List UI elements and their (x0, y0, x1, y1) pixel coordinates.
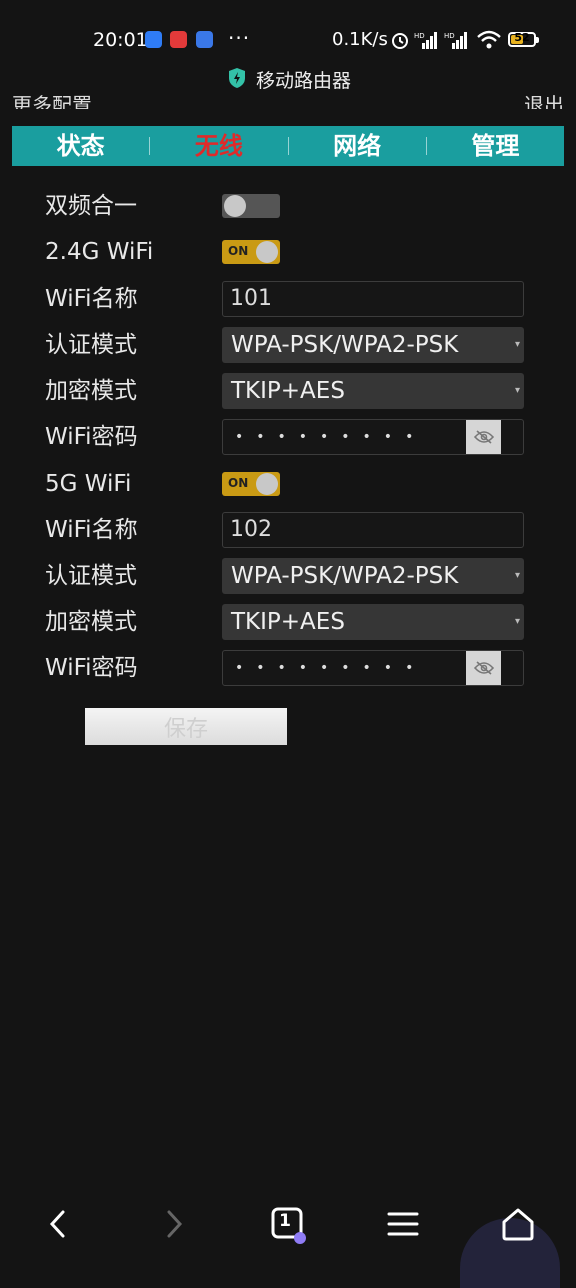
toggle-on-text: ON (228, 476, 249, 490)
eye-off-icon (473, 661, 494, 675)
wifi24-pwd-label: WiFi密码 (45, 424, 138, 450)
app-icon (196, 31, 213, 48)
wifi-icon (477, 30, 501, 49)
wifi24-toggle[interactable]: ON (222, 240, 280, 264)
wifi24-auth-row: 认证模式 WPA-PSK/WPA2-PSK ▾ (0, 325, 576, 365)
dual-band-toggle[interactable] (222, 194, 280, 218)
app-icon (170, 31, 187, 48)
app-icon (145, 31, 162, 48)
tab-status[interactable]: 状态 (12, 126, 149, 166)
wifi5-enc-label: 加密模式 (45, 609, 137, 635)
menu-button[interactable] (383, 1204, 423, 1244)
wifi24-pwd-row: WiFi密码 ••••••••• (0, 417, 576, 457)
wifi5-label: 5G WiFi (45, 471, 132, 497)
wifi5-row: 5G WiFi ON (0, 464, 576, 504)
wifi24-row: 2.4G WiFi ON (0, 232, 576, 272)
wifi24-auth-select[interactable]: WPA-PSK/WPA2-PSK ▾ (222, 327, 524, 363)
wifi24-auth-value: WPA-PSK/WPA2-PSK (231, 332, 459, 358)
back-icon (49, 1210, 65, 1238)
wifi24-label: 2.4G WiFi (45, 239, 154, 265)
wifi5-pwd-label: WiFi密码 (45, 655, 138, 681)
wifi24-password-input[interactable]: ••••••••• (222, 419, 524, 455)
battery-level: 52 (514, 31, 530, 44)
home-button[interactable] (498, 1204, 538, 1244)
forward-icon (167, 1210, 183, 1238)
menu-icon (387, 1212, 419, 1236)
toggle-on-text: ON (228, 244, 249, 258)
wifi24-ssid-row: WiFi名称 101 (0, 279, 576, 319)
show-password-eye-icon[interactable] (466, 651, 501, 685)
wifi5-ssid-input[interactable]: 102 (222, 512, 524, 548)
battery-icon: 52 (508, 31, 539, 47)
wifi24-auth-label: 认证模式 (45, 332, 137, 358)
svg-text:HD: HD (444, 32, 455, 40)
dual-band-row: 双频合一 (0, 186, 576, 226)
hd-signal-icon: HD (414, 32, 437, 49)
wifi5-auth-row: 认证模式 WPA-PSK/WPA2-PSK ▾ (0, 556, 576, 596)
more-notifications-icon: ··· (228, 26, 251, 50)
wifi5-toggle[interactable]: ON (222, 472, 280, 496)
wifi24-enc-select[interactable]: TKIP+AES ▾ (222, 373, 524, 409)
dropdown-icon: ▾ (514, 616, 520, 627)
forward-button[interactable] (154, 1204, 194, 1244)
alarm-icon (392, 33, 408, 49)
wifi5-auth-value: WPA-PSK/WPA2-PSK (231, 563, 459, 589)
back-button[interactable] (38, 1204, 78, 1244)
show-password-eye-icon[interactable] (466, 420, 501, 454)
wifi24-enc-value: TKIP+AES (231, 378, 345, 404)
password-mask: ••••••••• (235, 660, 427, 676)
logout-link[interactable]: 退出 (524, 87, 564, 109)
wifi5-ssid-row: WiFi名称 102 (0, 510, 576, 550)
hd-signal-icon: HD (444, 32, 467, 49)
dropdown-icon: ▾ (514, 570, 520, 581)
wifi24-ssid-input[interactable]: 101 (222, 281, 524, 317)
wifi5-enc-row: 加密模式 TKIP+AES ▾ (0, 602, 576, 642)
tab-wireless[interactable]: 无线 (150, 126, 287, 166)
wifi5-auth-select[interactable]: WPA-PSK/WPA2-PSK ▾ (222, 558, 524, 594)
wifi5-enc-value: TKIP+AES (231, 609, 345, 635)
svg-text:HD: HD (414, 32, 425, 40)
wifi5-pwd-row: WiFi密码 ••••••••• (0, 648, 576, 688)
save-button[interactable]: 保存 (85, 708, 287, 745)
home-icon (502, 1208, 534, 1241)
tab-management[interactable]: 管理 (427, 126, 564, 166)
wifi5-enc-select[interactable]: TKIP+AES ▾ (222, 604, 524, 640)
clock: 20:01 (93, 29, 148, 51)
network-speed: 0.1K/s (332, 29, 388, 50)
dual-band-label: 双频合一 (45, 193, 137, 219)
main-tabs: 状态 无线 网络 管理 (12, 126, 564, 166)
wifi5-password-input[interactable]: ••••••••• (222, 650, 524, 686)
page-title: 移动路由器 (256, 70, 352, 92)
shield-icon (229, 68, 245, 88)
tab-network[interactable]: 网络 (289, 126, 426, 166)
wifi24-ssid-label: WiFi名称 (45, 286, 138, 312)
wifi24-enc-row: 加密模式 TKIP+AES ▾ (0, 371, 576, 411)
bottom-nav: 1 (0, 1190, 576, 1270)
wifi5-auth-label: 认证模式 (45, 563, 137, 589)
password-mask: ••••••••• (235, 429, 427, 445)
wifi24-enc-label: 加密模式 (45, 378, 137, 404)
tab-count: 1 (279, 1211, 291, 1231)
tabs-button[interactable]: 1 (268, 1204, 308, 1244)
wifi5-ssid-label: WiFi名称 (45, 517, 138, 543)
more-config-link[interactable]: 更多配置 (12, 87, 92, 109)
dropdown-icon: ▾ (514, 385, 520, 396)
dropdown-icon: ▾ (514, 339, 520, 350)
eye-off-icon (473, 430, 494, 444)
